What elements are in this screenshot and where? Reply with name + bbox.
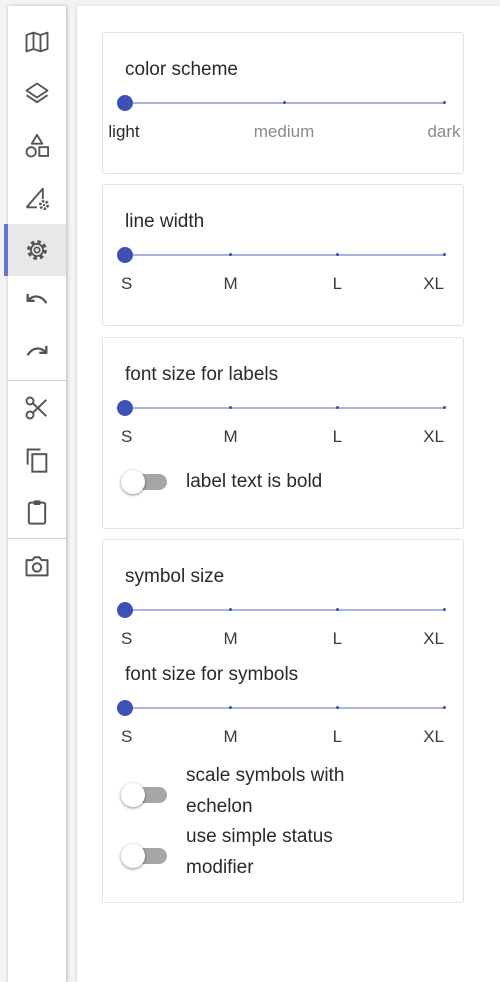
line-width-card: line width S M L XL <box>102 184 464 326</box>
label-font-title: font size for labels <box>125 364 279 385</box>
clipboard-icon <box>27 500 47 525</box>
simple-status-row: use simple status modifier <box>121 821 451 883</box>
slider-tick <box>442 253 446 256</box>
settings-tool-button[interactable] <box>4 224 66 276</box>
redo-icon <box>26 345 48 356</box>
symbols-card: symbol size S M L XL font size for symbo… <box>102 539 464 903</box>
slider-track <box>124 609 444 611</box>
slider-track <box>124 407 444 409</box>
label-bold-row: label text is bold <box>121 466 451 498</box>
label-font-card: font size for labels S M L XL label text… <box>102 337 464 529</box>
scissors-icon <box>25 396 48 420</box>
slider-track <box>124 254 444 256</box>
shapes-tool-button[interactable] <box>8 120 66 172</box>
line-width-title: line width <box>125 211 205 232</box>
tick-label-xl: XL <box>423 274 444 293</box>
scale-symbols-label-line1: scale symbols with <box>186 765 345 786</box>
symbol-size-title: symbol size <box>125 566 225 587</box>
cut-button[interactable] <box>8 382 66 434</box>
paste-button[interactable] <box>8 486 66 538</box>
line-width-slider[interactable] <box>117 247 446 263</box>
color-scheme-slider[interactable] <box>117 95 446 111</box>
scale-symbols-toggle[interactable] <box>121 783 171 807</box>
tick-label-s: S <box>121 727 133 746</box>
tick-label-l: L <box>332 727 343 746</box>
simple-status-label-line1: use simple status <box>186 826 333 847</box>
slider-thumb[interactable] <box>117 400 133 416</box>
label-font-slider[interactable] <box>117 400 446 416</box>
shapes-icon <box>25 133 50 158</box>
scale-symbols-label-line2: echelon <box>186 796 253 817</box>
tick-label-xl: XL <box>423 629 444 648</box>
toolbar-divider <box>8 380 66 381</box>
camera-icon <box>25 556 49 577</box>
line-width-labels: S M L XL <box>121 274 444 294</box>
tick-label-light: light <box>108 122 140 141</box>
layers-tool-button[interactable] <box>8 68 66 120</box>
slider-tick <box>442 406 446 409</box>
tick-label-s: S <box>121 427 133 446</box>
slider-tick <box>335 706 339 709</box>
slider-track <box>124 707 444 709</box>
slider-tick <box>282 101 286 104</box>
settings-panel: color scheme light medium dark line widt… <box>77 6 500 982</box>
layers-icon <box>25 82 49 104</box>
tick-label-medium: medium <box>253 122 315 141</box>
slider-tick <box>335 608 339 611</box>
tick-label-s: S <box>121 274 133 293</box>
tick-label-l: L <box>332 629 343 648</box>
tick-label-l: L <box>332 274 343 293</box>
screenshot-button[interactable] <box>8 540 66 592</box>
slider-thumb[interactable] <box>117 700 133 716</box>
slider-tick <box>335 253 339 256</box>
toolbar <box>4 6 66 982</box>
label-bold-toggle[interactable] <box>121 470 171 494</box>
copy-icon <box>26 448 48 473</box>
color-scheme-title: color scheme <box>125 59 238 80</box>
toggle-knob <box>121 470 145 494</box>
map-icon <box>25 31 49 53</box>
symbol-size-slider[interactable] <box>117 602 446 618</box>
simple-status-label-line2: modifier <box>186 857 254 878</box>
undo-icon <box>26 293 48 304</box>
tick-label-xl: XL <box>423 427 444 446</box>
slider-thumb[interactable] <box>117 247 133 263</box>
symbol-font-slider[interactable] <box>117 700 446 716</box>
slider-tick <box>442 706 446 709</box>
label-font-labels: S M L XL <box>121 427 444 447</box>
color-scheme-card: color scheme light medium dark <box>102 32 464 174</box>
symbol-size-labels: S M L XL <box>121 629 444 649</box>
toggle-knob <box>121 844 145 868</box>
tick-label-l: L <box>332 427 343 446</box>
undo-button[interactable] <box>8 276 66 328</box>
symbol-font-title: font size for symbols <box>125 664 299 685</box>
tick-label-dark: dark <box>427 122 461 141</box>
redo-button[interactable] <box>8 328 66 380</box>
gear-icon <box>27 240 47 260</box>
label-bold-label: label text is bold <box>186 471 323 492</box>
slider-tick <box>335 406 339 409</box>
slider-tick <box>442 101 446 104</box>
geometry-settings-icon <box>25 187 50 211</box>
tick-label-m: M <box>223 274 238 293</box>
tick-label-xl: XL <box>423 727 444 746</box>
slider-tick <box>442 608 446 611</box>
slider-thumb[interactable] <box>117 602 133 618</box>
symbol-font-labels: S M L XL <box>121 727 444 747</box>
tick-label-s: S <box>121 629 133 648</box>
geometry-settings-tool-button[interactable] <box>8 172 66 224</box>
toggle-knob <box>121 783 145 807</box>
color-scheme-labels: light medium dark <box>108 122 460 142</box>
toolbar-divider <box>8 538 66 539</box>
tick-label-m: M <box>223 427 238 446</box>
slider-thumb[interactable] <box>117 95 133 111</box>
simple-status-toggle[interactable] <box>121 844 171 868</box>
tick-label-m: M <box>223 727 238 746</box>
copy-button[interactable] <box>8 434 66 486</box>
tick-label-m: M <box>223 629 238 648</box>
map-tool-button[interactable] <box>8 16 66 68</box>
scale-symbols-row: scale symbols with echelon <box>121 760 451 822</box>
